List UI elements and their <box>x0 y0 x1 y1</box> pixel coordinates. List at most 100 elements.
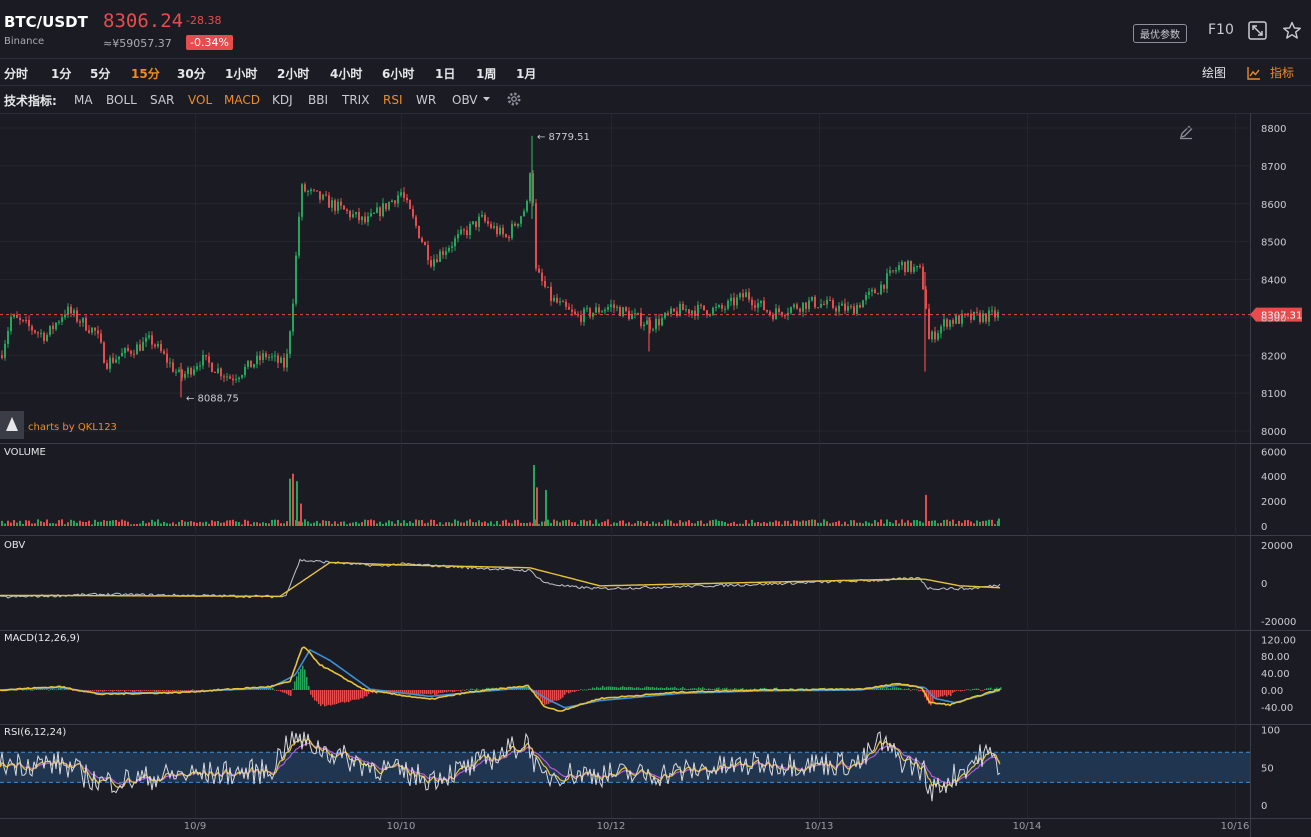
volume-bar <box>247 520 249 526</box>
macd-histogram-bar <box>32 689 34 691</box>
indicator-chart-icon[interactable] <box>1246 65 1262 81</box>
f10-button[interactable]: F10 <box>1208 22 1234 38</box>
indicator-trix[interactable]: TRIX <box>342 93 369 107</box>
macd-histogram-bar <box>320 690 322 706</box>
candle-body <box>928 308 930 340</box>
volume-bar <box>280 523 282 526</box>
price-tick-label: 8500 <box>1261 238 1286 249</box>
candle-body <box>211 362 213 372</box>
indicator-rsi[interactable]: RSI <box>383 93 403 107</box>
interval-tab[interactable]: 30分 <box>177 65 206 82</box>
indicator-vol[interactable]: VOL <box>188 93 212 107</box>
volume-bar <box>901 519 903 526</box>
candle-body <box>766 310 768 312</box>
candle-body <box>835 307 837 312</box>
indicator-ma[interactable]: MA <box>74 93 93 107</box>
interval-tab-active[interactable]: 15分 <box>131 65 160 82</box>
interval-tab[interactable]: 分时 <box>4 65 28 82</box>
candle-body <box>271 356 273 358</box>
macd-histogram-bar <box>46 688 48 690</box>
volume-bar <box>853 520 855 526</box>
volume-bar <box>760 523 762 526</box>
candle-body <box>544 280 546 287</box>
volume-bar <box>778 521 780 526</box>
candle-body <box>1 355 3 358</box>
volume-bar <box>22 523 24 526</box>
candle-body <box>373 212 375 214</box>
obv-tick-label: 20000 <box>1261 541 1293 552</box>
volume-bar <box>898 523 900 526</box>
candle-body <box>535 203 537 269</box>
interval-tab[interactable]: 1周 <box>476 65 496 82</box>
volume-bar <box>37 519 39 526</box>
candle-body <box>961 313 963 324</box>
volume-bar <box>709 520 711 526</box>
volume-bar <box>934 520 936 526</box>
volume-bar <box>178 521 180 526</box>
candle-body <box>556 297 558 303</box>
optimal-params-button[interactable]: 最优参数 <box>1133 24 1187 43</box>
macd-histogram-bar <box>898 687 900 690</box>
indicator-bbi[interactable]: BBI <box>308 93 328 107</box>
candle-body <box>28 320 30 327</box>
volume-bar <box>994 524 996 526</box>
interval-tab[interactable]: 1月 <box>516 65 536 82</box>
macd-histogram-bar <box>650 687 652 690</box>
candle-body <box>565 301 567 307</box>
draw-button[interactable]: 绘图 <box>1202 64 1226 81</box>
volume-bar <box>142 520 144 526</box>
candle-body <box>130 350 132 354</box>
candle-body <box>922 266 924 290</box>
macd-histogram-bar <box>660 687 662 690</box>
macd-histogram-bar <box>592 687 594 690</box>
indicator-kdj[interactable]: KDJ <box>272 93 293 107</box>
macd-histogram-bar <box>914 689 916 691</box>
macd-tick-label: 0.00 <box>1261 686 1283 697</box>
volume-bar <box>826 521 828 526</box>
volume-bar <box>619 520 621 526</box>
interval-tab[interactable]: 1日 <box>435 65 455 82</box>
macd-histogram-bar <box>940 690 942 697</box>
indicator-obv[interactable]: OBV <box>452 93 478 107</box>
volume-bar <box>655 523 657 526</box>
interval-tab[interactable]: 6小时 <box>382 65 414 82</box>
volume-bar <box>226 520 228 526</box>
indicator-wr[interactable]: WR <box>416 93 436 107</box>
macd-histogram-bar <box>450 690 452 692</box>
indicator-button[interactable]: 指标 <box>1270 64 1294 81</box>
candle-body <box>469 224 471 235</box>
macd-histogram-bar <box>884 688 886 690</box>
candle-body <box>88 330 90 333</box>
macd-histogram-bar <box>92 690 94 691</box>
volume-bar <box>238 522 240 526</box>
candle-body <box>337 201 339 211</box>
interval-tab[interactable]: 1小时 <box>225 65 257 82</box>
candle-body <box>655 318 657 330</box>
star-icon[interactable] <box>1282 21 1302 40</box>
indicator-boll[interactable]: BOLL <box>106 93 137 107</box>
interval-tab[interactable]: 2小时 <box>277 65 309 82</box>
volume-bar <box>928 521 930 526</box>
fullscreen-icon[interactable] <box>1248 21 1267 40</box>
indicator-macd[interactable]: MACD <box>224 93 260 107</box>
macd-histogram-bar <box>972 688 974 690</box>
candle-body <box>529 173 531 201</box>
volume-bar <box>622 520 624 526</box>
macd-histogram-bar <box>688 688 690 690</box>
volume-spike <box>289 478 291 526</box>
watermark-text: charts by QKL123 <box>28 422 117 433</box>
chevron-down-icon[interactable] <box>482 96 491 102</box>
volume-bar <box>538 523 540 526</box>
gear-icon[interactable] <box>506 91 522 107</box>
macd-histogram-bar <box>892 687 894 690</box>
volume-bar <box>904 522 906 526</box>
macd-histogram-bar <box>428 690 430 694</box>
volume-bar <box>319 523 321 526</box>
volume-bar <box>364 519 366 526</box>
chart-area[interactable]: 8307.31 80008100820083008400850086008700… <box>0 113 1311 837</box>
interval-tab[interactable]: 5分 <box>90 65 110 82</box>
interval-tab[interactable]: 1分 <box>51 65 71 82</box>
interval-tab[interactable]: 4小时 <box>330 65 362 82</box>
macd-histogram-bar <box>422 690 424 695</box>
indicator-sar[interactable]: SAR <box>150 93 174 107</box>
